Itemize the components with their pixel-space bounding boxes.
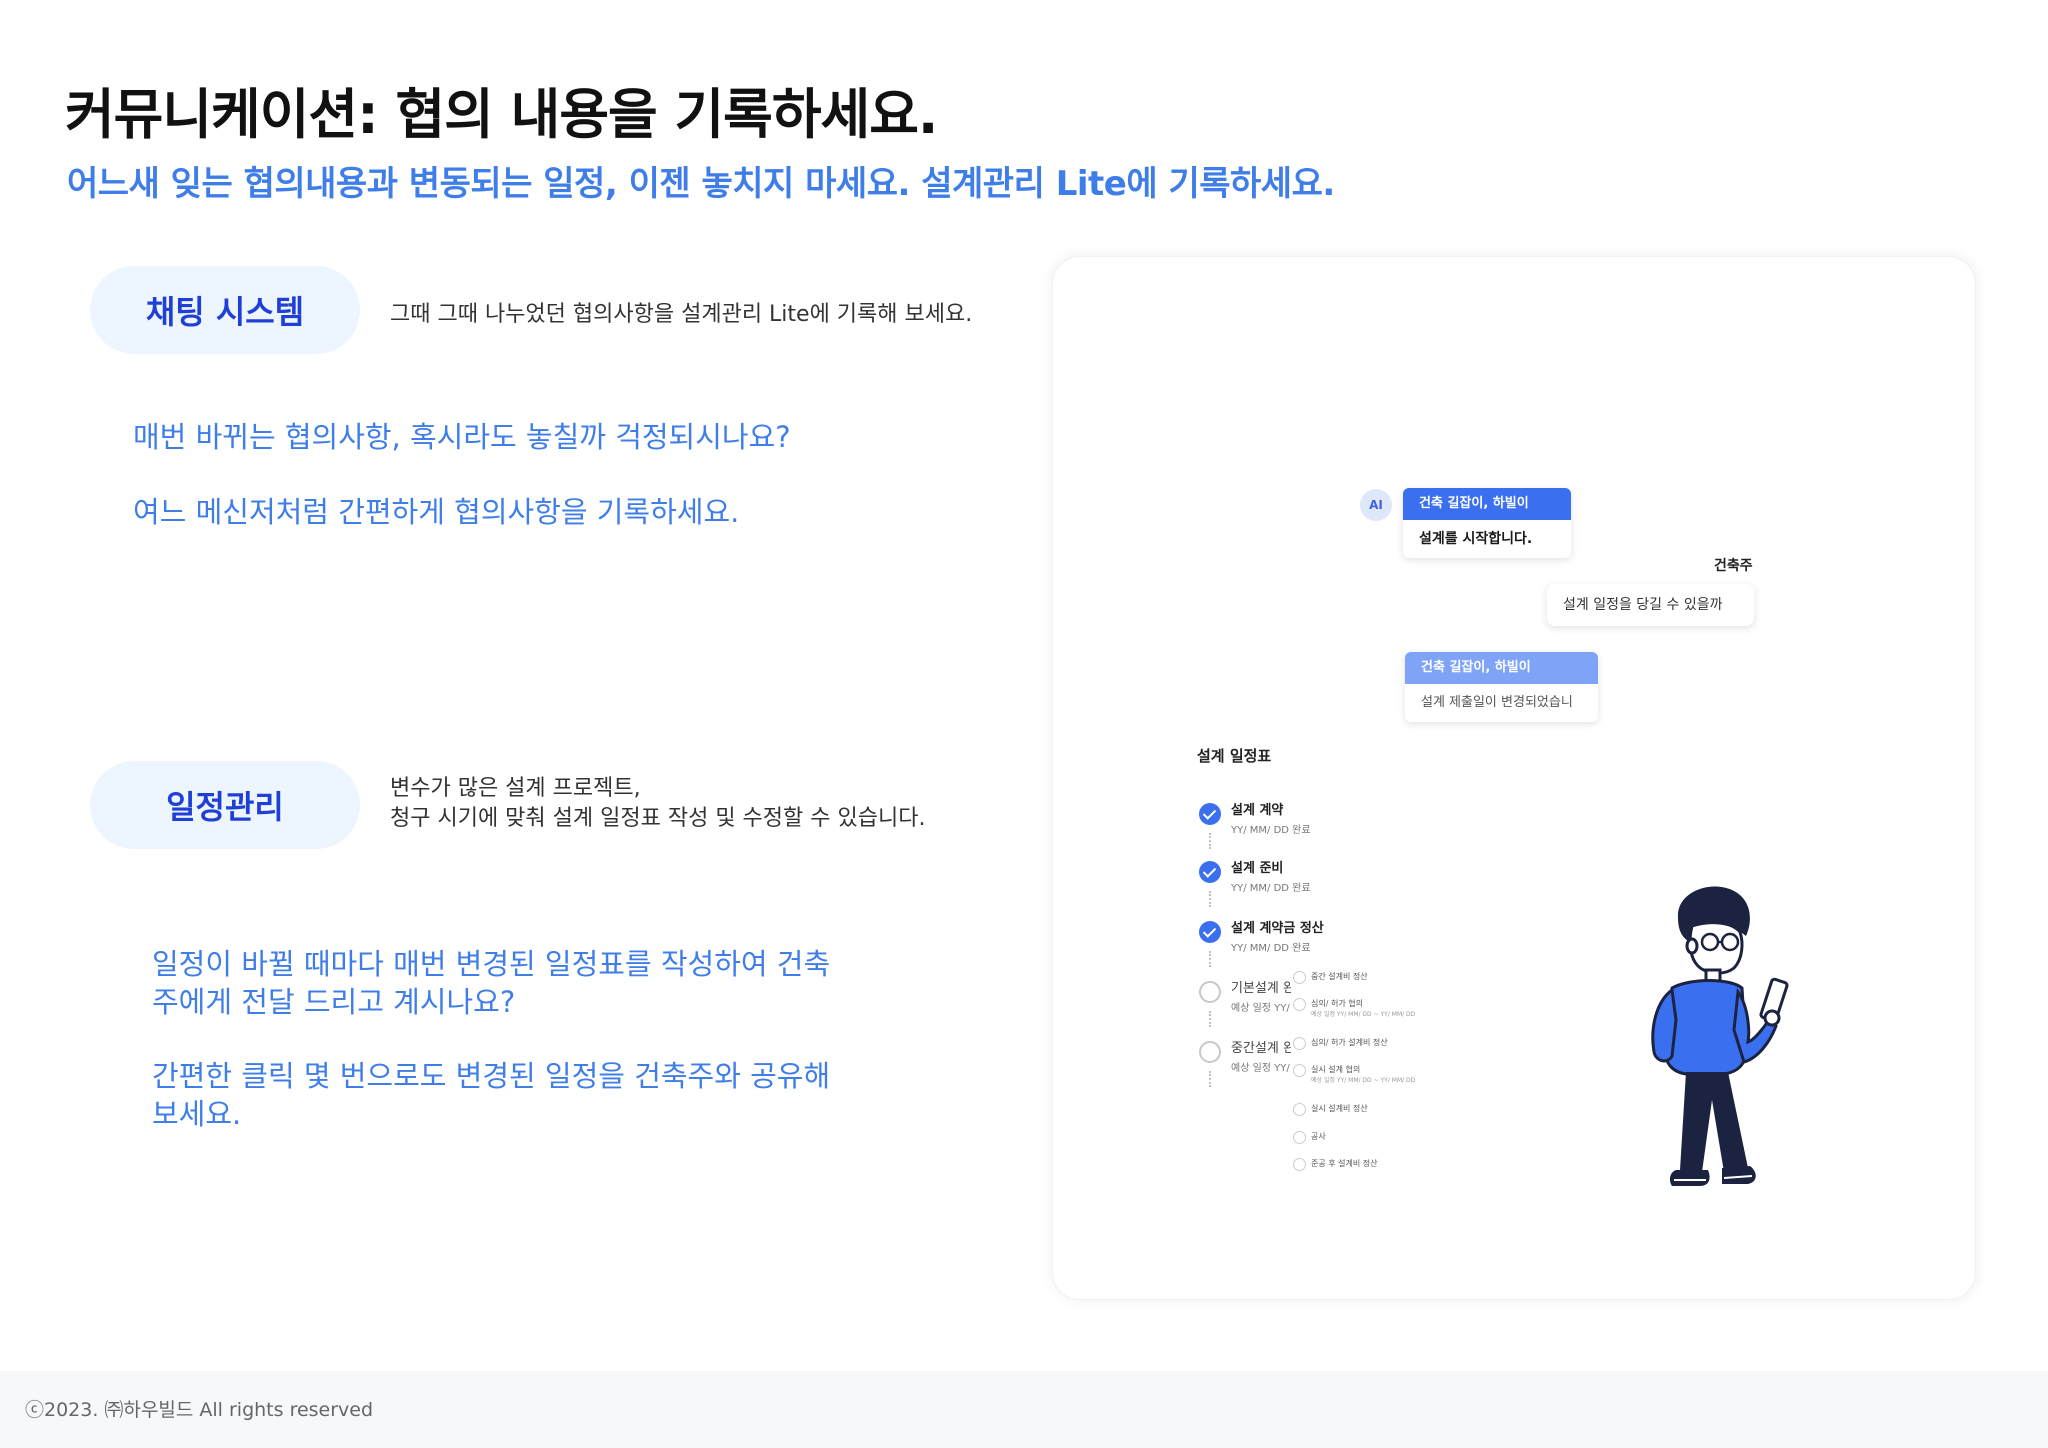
check-circle-icon <box>1199 861 1221 883</box>
page-subtitle: 어느새 잊는 협의내용과 변동되는 일정, 이젠 놓치지 마세요. 설계관리 L… <box>67 164 1335 204</box>
schedule-connector <box>1209 1011 1211 1027</box>
chat-bubble-ai-2: 건축 길잡이, 하빌이 설계 제출일이 변경되었습니다. <box>1405 652 1598 722</box>
schedule-item-date: YY/ MM/ DD 완료 <box>1231 943 1311 954</box>
schedule-item-date: 예상 일정 YY/ <box>1231 1063 1290 1074</box>
schedule-title: 설계 일정표 <box>1197 747 1272 765</box>
empty-circle-icon <box>1199 1041 1221 1063</box>
chat-message: 설계를 시작합니다. <box>1419 531 1533 547</box>
sub-item-name: 중간 설계비 정산 <box>1311 972 1368 981</box>
feature-pill-chat: 채팅 시스템 <box>90 266 360 354</box>
chat-sender: 건축 길잡이, 하빌이 <box>1403 488 1571 520</box>
empty-circle-icon <box>1293 1158 1306 1171</box>
ai-avatar: AI <box>1360 489 1392 521</box>
sub-item-name: 실시 설계비 정산 <box>1311 1104 1368 1113</box>
sub-item-name: 심의/ 허가 협의 <box>1311 999 1363 1008</box>
schedule-callout-1: 일정이 바뀔 때마다 매번 변경된 일정표를 작성하여 건축주에게 전달 드리고… <box>152 947 831 1019</box>
footer-copyright: ⓒ2023. ㈜하우빌드 All rights reserved <box>25 1399 374 1421</box>
check-circle-icon <box>1199 921 1221 943</box>
schedule-connector <box>1209 951 1211 967</box>
feature-description-line: 변수가 많은 설계 프로젝트, <box>390 776 641 801</box>
empty-circle-icon <box>1293 971 1306 984</box>
empty-circle-icon <box>1293 1064 1306 1077</box>
schedule-item-date: 예상 일정 YY/ <box>1231 1003 1290 1014</box>
schedule-item-name: 설계 준비 <box>1231 861 1284 876</box>
chat-callout-2: 여느 메신저처럼 간편하게 협의사항을 기록하세요. <box>133 495 740 529</box>
schedule-item-date: YY/ MM/ DD 완료 <box>1231 825 1311 836</box>
chat-bubble-client: 설계 일정을 당길 수 있을까요? <box>1547 584 1754 626</box>
person-with-phone-illustration <box>1651 886 1789 1186</box>
chat-message: 설계 제출일이 변경되었습니다. <box>1421 695 1573 710</box>
chat-sender: 건축 길잡이, 하빌이 <box>1405 652 1598 684</box>
feature-description-line: 청구 시기에 맞춰 설계 일정표 작성 및 수정할 수 있습니다. <box>390 806 926 831</box>
feature-pill-schedule: 일정관리 <box>90 761 360 849</box>
feature-description-schedule: 변수가 많은 설계 프로젝트, 청구 시기에 맞춰 설계 일정표 작성 및 수정… <box>390 774 925 834</box>
schedule-connector <box>1209 833 1211 849</box>
chat-bubble-ai-1: 건축 길잡이, 하빌이 설계를 시작합니다. <box>1403 488 1571 558</box>
check-circle-icon <box>1199 803 1221 825</box>
schedule-callout-2: 간편한 클릭 몇 번으로도 변경된 일정을 건축주와 공유해보세요. <box>152 1059 831 1131</box>
sub-item-name: 공사 <box>1311 1132 1326 1141</box>
empty-circle-icon <box>1293 998 1306 1011</box>
empty-circle-icon <box>1199 981 1221 1003</box>
page-title: 커뮤니케이션: 협의 내용을 기록하세요. <box>65 83 938 146</box>
chat-callout-1: 매번 바뀌는 협의사항, 혹시라도 놓칠까 걱정되시나요? <box>133 420 791 454</box>
preview-card <box>1052 256 1976 1300</box>
schedule-connector <box>1209 891 1211 907</box>
sub-item-date: 예상 일정 YY/ MM/ DD ~ YY/ MM/ DD <box>1311 1077 1416 1084</box>
schedule-item-name: 기본설계 완 <box>1231 981 1291 996</box>
sub-item-date: 예상 일정 YY/ MM/ DD ~ YY/ MM/ DD <box>1311 1011 1416 1018</box>
client-label: 건축주 <box>1714 558 1753 574</box>
empty-circle-icon <box>1293 1103 1306 1116</box>
empty-circle-icon <box>1293 1131 1306 1144</box>
schedule-item-date: YY/ MM/ DD 완료 <box>1231 883 1311 894</box>
footer: ⓒ2023. ㈜하우빌드 All rights reserved <box>0 1371 2048 1448</box>
sub-item-name: 실시 설계 협의 <box>1311 1065 1361 1074</box>
schedule-item-name: 중간설계 완 <box>1231 1041 1291 1056</box>
schedule-connector <box>1209 1071 1211 1087</box>
schedule-item-name: 설계 계약금 정산 <box>1231 921 1324 936</box>
empty-circle-icon <box>1293 1037 1306 1050</box>
sub-item-name: 심의/ 허가 설계비 정산 <box>1311 1038 1388 1047</box>
sub-item-name: 준공 후 설계비 정산 <box>1311 1159 1378 1168</box>
schedule-item-name: 설계 계약 <box>1231 803 1284 818</box>
feature-description-chat: 그때 그때 나누었던 협의사항을 설계관리 Lite에 기록해 보세요. <box>390 302 973 327</box>
